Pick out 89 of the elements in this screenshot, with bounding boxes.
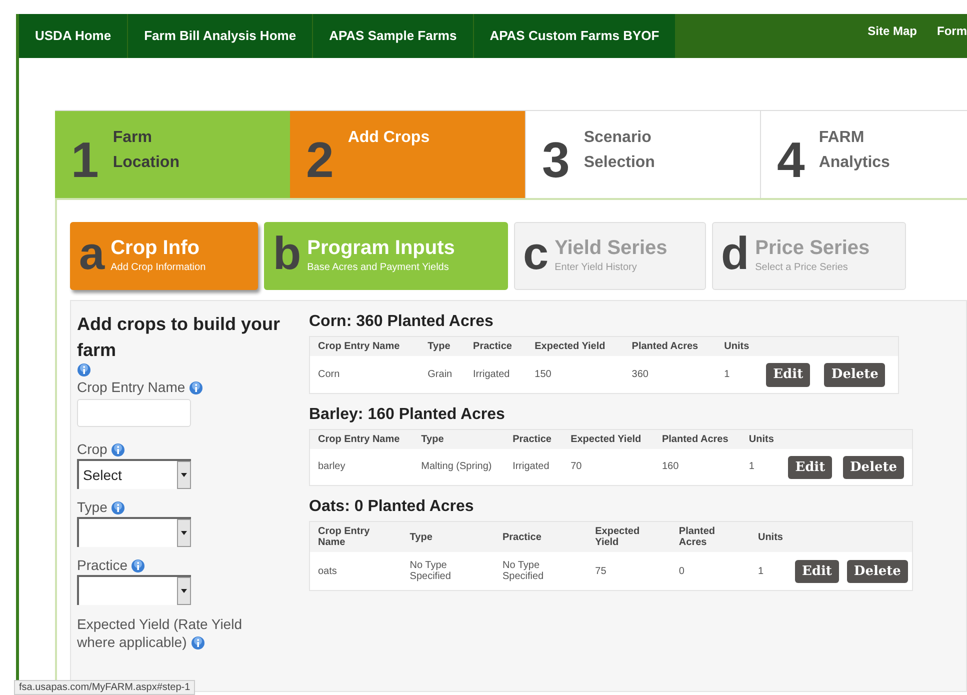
column-header: Practice xyxy=(494,522,588,552)
step-title: Farm Location xyxy=(112,128,180,173)
substep-subtitle: Add Crop Information xyxy=(110,261,206,275)
substep-title: Crop Info xyxy=(110,236,200,260)
substep-letter: b xyxy=(273,230,302,276)
column-header: Crop Entry Name xyxy=(310,522,402,552)
table-cell: 70 xyxy=(562,448,654,486)
column-header: Type xyxy=(402,522,494,552)
step-number: 4 xyxy=(777,135,805,190)
table-cell: 1 xyxy=(716,356,762,393)
table-cell: Grain xyxy=(420,356,466,393)
table-cell: Corn xyxy=(310,356,420,393)
select-field[interactable] xyxy=(77,575,191,605)
column-header: Units xyxy=(716,336,762,356)
section-title: Barley: 160 Planted Acres xyxy=(309,404,506,424)
field-label: Crop Entry Name xyxy=(77,378,309,396)
table-cell: barley xyxy=(310,448,414,486)
substep-title: Program Inputs xyxy=(307,236,455,260)
table-cell: 1 xyxy=(740,448,784,486)
table-cell: No Type Specified xyxy=(402,552,494,590)
table-cell: 160 xyxy=(654,448,741,486)
nav-link[interactable]: Form xyxy=(937,22,967,40)
input-field[interactable] xyxy=(77,399,191,427)
section-title: Oats: 0 Planted Acres xyxy=(309,497,475,517)
nav-link[interactable]: Farm Bill Analysis Home xyxy=(128,14,314,58)
info-icon[interactable] xyxy=(190,636,205,650)
column-header: Type xyxy=(413,429,505,448)
form-heading: Add crops to build your farm xyxy=(77,313,281,362)
column-header: Type xyxy=(420,336,466,356)
select-field[interactable]: Select xyxy=(77,459,191,489)
section-title: Corn: 360 Planted Acres xyxy=(309,312,494,332)
field-label: Expected Yield (Rate Yield where applicable) xyxy=(77,615,243,651)
info-icon[interactable] xyxy=(111,443,126,458)
nav-link[interactable]: APAS Sample Farms xyxy=(313,14,474,58)
substep-letter: a xyxy=(79,230,105,276)
column-header: Practice xyxy=(465,336,527,356)
status-url: fsa.usapas.com/MyFARM.aspx#step-1 xyxy=(14,680,196,695)
table-cell: 0 xyxy=(670,552,750,590)
table-cell: 75 xyxy=(587,552,671,590)
column-header: Planted Acres xyxy=(670,522,750,552)
step-number: 3 xyxy=(542,135,570,190)
field-label: Crop xyxy=(77,440,309,458)
substep-subtitle: Base Acres and Payment Yields xyxy=(307,261,450,275)
column-header: Crop Entry Name xyxy=(310,429,414,448)
info-icon[interactable] xyxy=(189,381,204,396)
table-cell: 150 xyxy=(526,356,624,393)
column-header: Planted Acres xyxy=(624,336,716,356)
nav-link[interactable]: Site Map xyxy=(868,22,917,40)
column-header: Expected Yield xyxy=(526,336,624,356)
column-header: Crop Entry Name xyxy=(310,336,420,356)
substep-subtitle: Enter Yield History xyxy=(554,261,638,275)
step-tab[interactable]: 2 Add Crops xyxy=(290,111,525,198)
table-cell: 1 xyxy=(750,552,791,590)
step-number: 1 xyxy=(71,135,99,190)
column-header: Practice xyxy=(504,429,563,448)
info-icon[interactable] xyxy=(111,501,126,516)
action-button[interactable]: Delete xyxy=(843,456,904,479)
substep-letter: c xyxy=(523,230,549,276)
step-title: Add Crops xyxy=(348,128,431,148)
column-header: Expected Yield xyxy=(562,429,654,448)
step-title: FARM Analytics xyxy=(818,128,891,173)
table-cell: Irrigated xyxy=(465,356,527,393)
info-icon[interactable] xyxy=(131,559,146,574)
field-label: Type xyxy=(77,498,309,516)
table-cell: No Type Specified xyxy=(494,552,588,590)
action-button[interactable]: Delete xyxy=(846,560,908,584)
field-label: Practice xyxy=(77,556,309,574)
column-header: Planted Acres xyxy=(654,429,741,448)
action-button[interactable]: Edit xyxy=(788,456,832,479)
nav-link[interactable]: APAS Custom Farms BYOF xyxy=(474,14,676,58)
table-cell: Malting (Spring) xyxy=(413,448,505,486)
substep-subtitle: Select a Price Series xyxy=(755,261,849,275)
table-cell: 360 xyxy=(624,356,716,393)
step-number: 2 xyxy=(306,135,334,190)
table-cell: oats xyxy=(310,552,402,590)
substep-title: Price Series xyxy=(755,236,870,260)
action-button[interactable]: Delete xyxy=(824,363,886,386)
nav-link[interactable]: USDA Home xyxy=(19,14,128,58)
action-button[interactable]: Edit xyxy=(766,363,810,386)
column-header: Units xyxy=(750,522,791,552)
substep-letter: d xyxy=(721,230,750,276)
action-button[interactable]: Edit xyxy=(794,560,839,584)
select-field[interactable] xyxy=(77,517,191,547)
info-icon[interactable] xyxy=(77,363,91,377)
table-cell: Irrigated xyxy=(504,448,563,486)
column-header: Expected Yield xyxy=(587,522,671,552)
substep-title: Yield Series xyxy=(554,236,668,260)
column-header: Units xyxy=(740,429,784,448)
step-title: Scenario Selection xyxy=(584,128,656,173)
